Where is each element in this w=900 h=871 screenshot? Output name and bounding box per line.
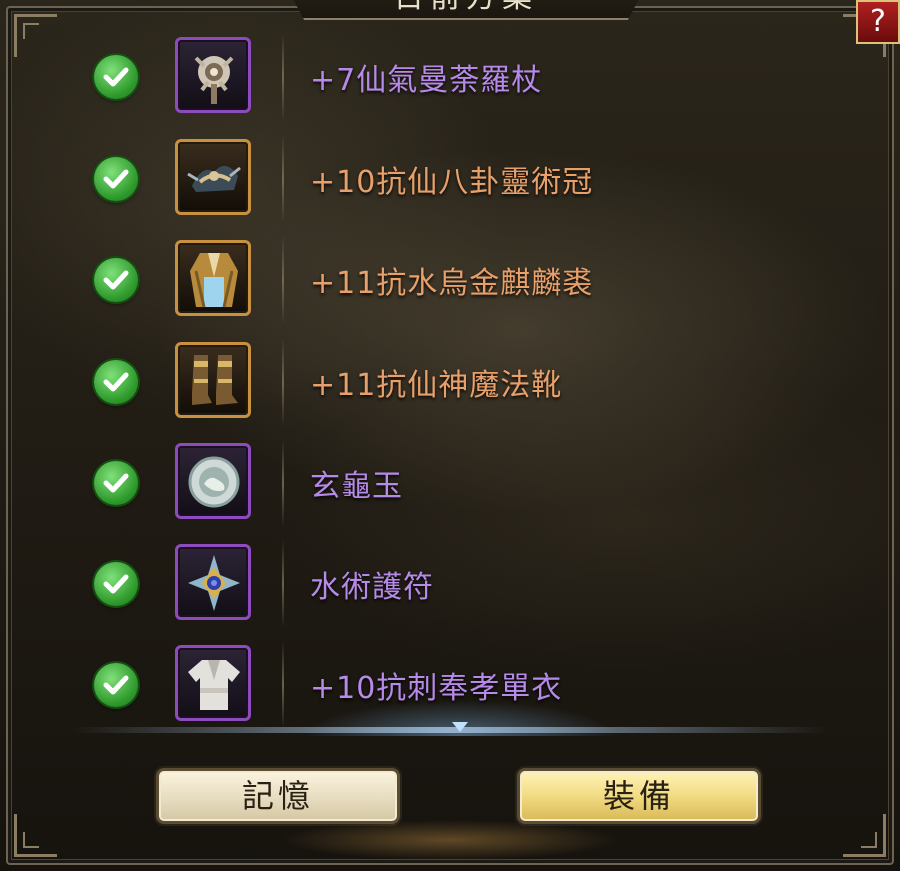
equipment-row[interactable]: 玄龜玉: [0, 439, 900, 527]
equip-button[interactable]: 裝備: [517, 768, 761, 824]
check-icon[interactable]: [94, 461, 138, 505]
frame-corner-ornament: [843, 814, 886, 857]
boots-icon: [192, 355, 238, 405]
list-bottom-divider: [70, 727, 830, 733]
jade-disc-icon: [188, 456, 240, 508]
equipment-row[interactable]: +10抗仙八卦靈術冠: [0, 135, 900, 223]
item-name: 水術護符: [310, 570, 434, 605]
column-divider: [282, 135, 284, 223]
equipment-plan-panel: 目前方案 ? +7仙氣曼荼羅杖: [0, 0, 900, 871]
scroll-down-icon[interactable]: [452, 722, 468, 732]
robe-icon: [190, 253, 238, 308]
check-icon[interactable]: [94, 360, 138, 404]
item-name: +10抗仙八卦靈術冠: [310, 165, 594, 200]
item-slot[interactable]: [175, 544, 251, 620]
column-divider: [282, 236, 284, 324]
memory-button[interactable]: 記憶: [156, 768, 400, 824]
staff-icon: [194, 56, 234, 104]
column-divider: [282, 33, 284, 121]
check-icon[interactable]: [94, 562, 138, 606]
panel-frame: [6, 6, 894, 865]
item-slot[interactable]: [175, 139, 251, 215]
bottom-glow: [280, 820, 620, 860]
item-name: +11抗水烏金麒麟裘: [310, 266, 594, 301]
equipment-row[interactable]: +11抗仙神魔法靴: [0, 338, 900, 426]
item-slot[interactable]: [175, 645, 251, 721]
equipment-row[interactable]: +11抗水烏金麒麟裘: [0, 236, 900, 324]
crown-icon: [187, 165, 241, 192]
item-slot[interactable]: [175, 342, 251, 418]
check-icon[interactable]: [94, 55, 138, 99]
check-icon[interactable]: [94, 258, 138, 302]
check-icon[interactable]: [94, 157, 138, 201]
column-divider: [282, 439, 284, 527]
check-icon[interactable]: [94, 663, 138, 707]
equipment-row[interactable]: 水術護符: [0, 540, 900, 628]
title-tab: 目前方案: [282, 0, 650, 20]
column-divider: [282, 540, 284, 628]
shirt-icon: [188, 660, 240, 710]
column-divider: [282, 641, 284, 729]
item-slot[interactable]: [175, 37, 251, 113]
item-name: +11抗仙神魔法靴: [310, 368, 563, 403]
panel-title: 目前方案: [284, 0, 648, 16]
item-name: 玄龜玉: [310, 469, 403, 504]
amulet-icon: [188, 555, 240, 611]
column-divider: [282, 338, 284, 426]
item-name: +7仙氣曼荼羅杖: [310, 63, 543, 98]
item-slot[interactable]: [175, 240, 251, 316]
item-slot[interactable]: [175, 443, 251, 519]
equipment-row[interactable]: +7仙氣曼荼羅杖: [0, 33, 900, 121]
frame-corner-ornament: [14, 814, 57, 857]
